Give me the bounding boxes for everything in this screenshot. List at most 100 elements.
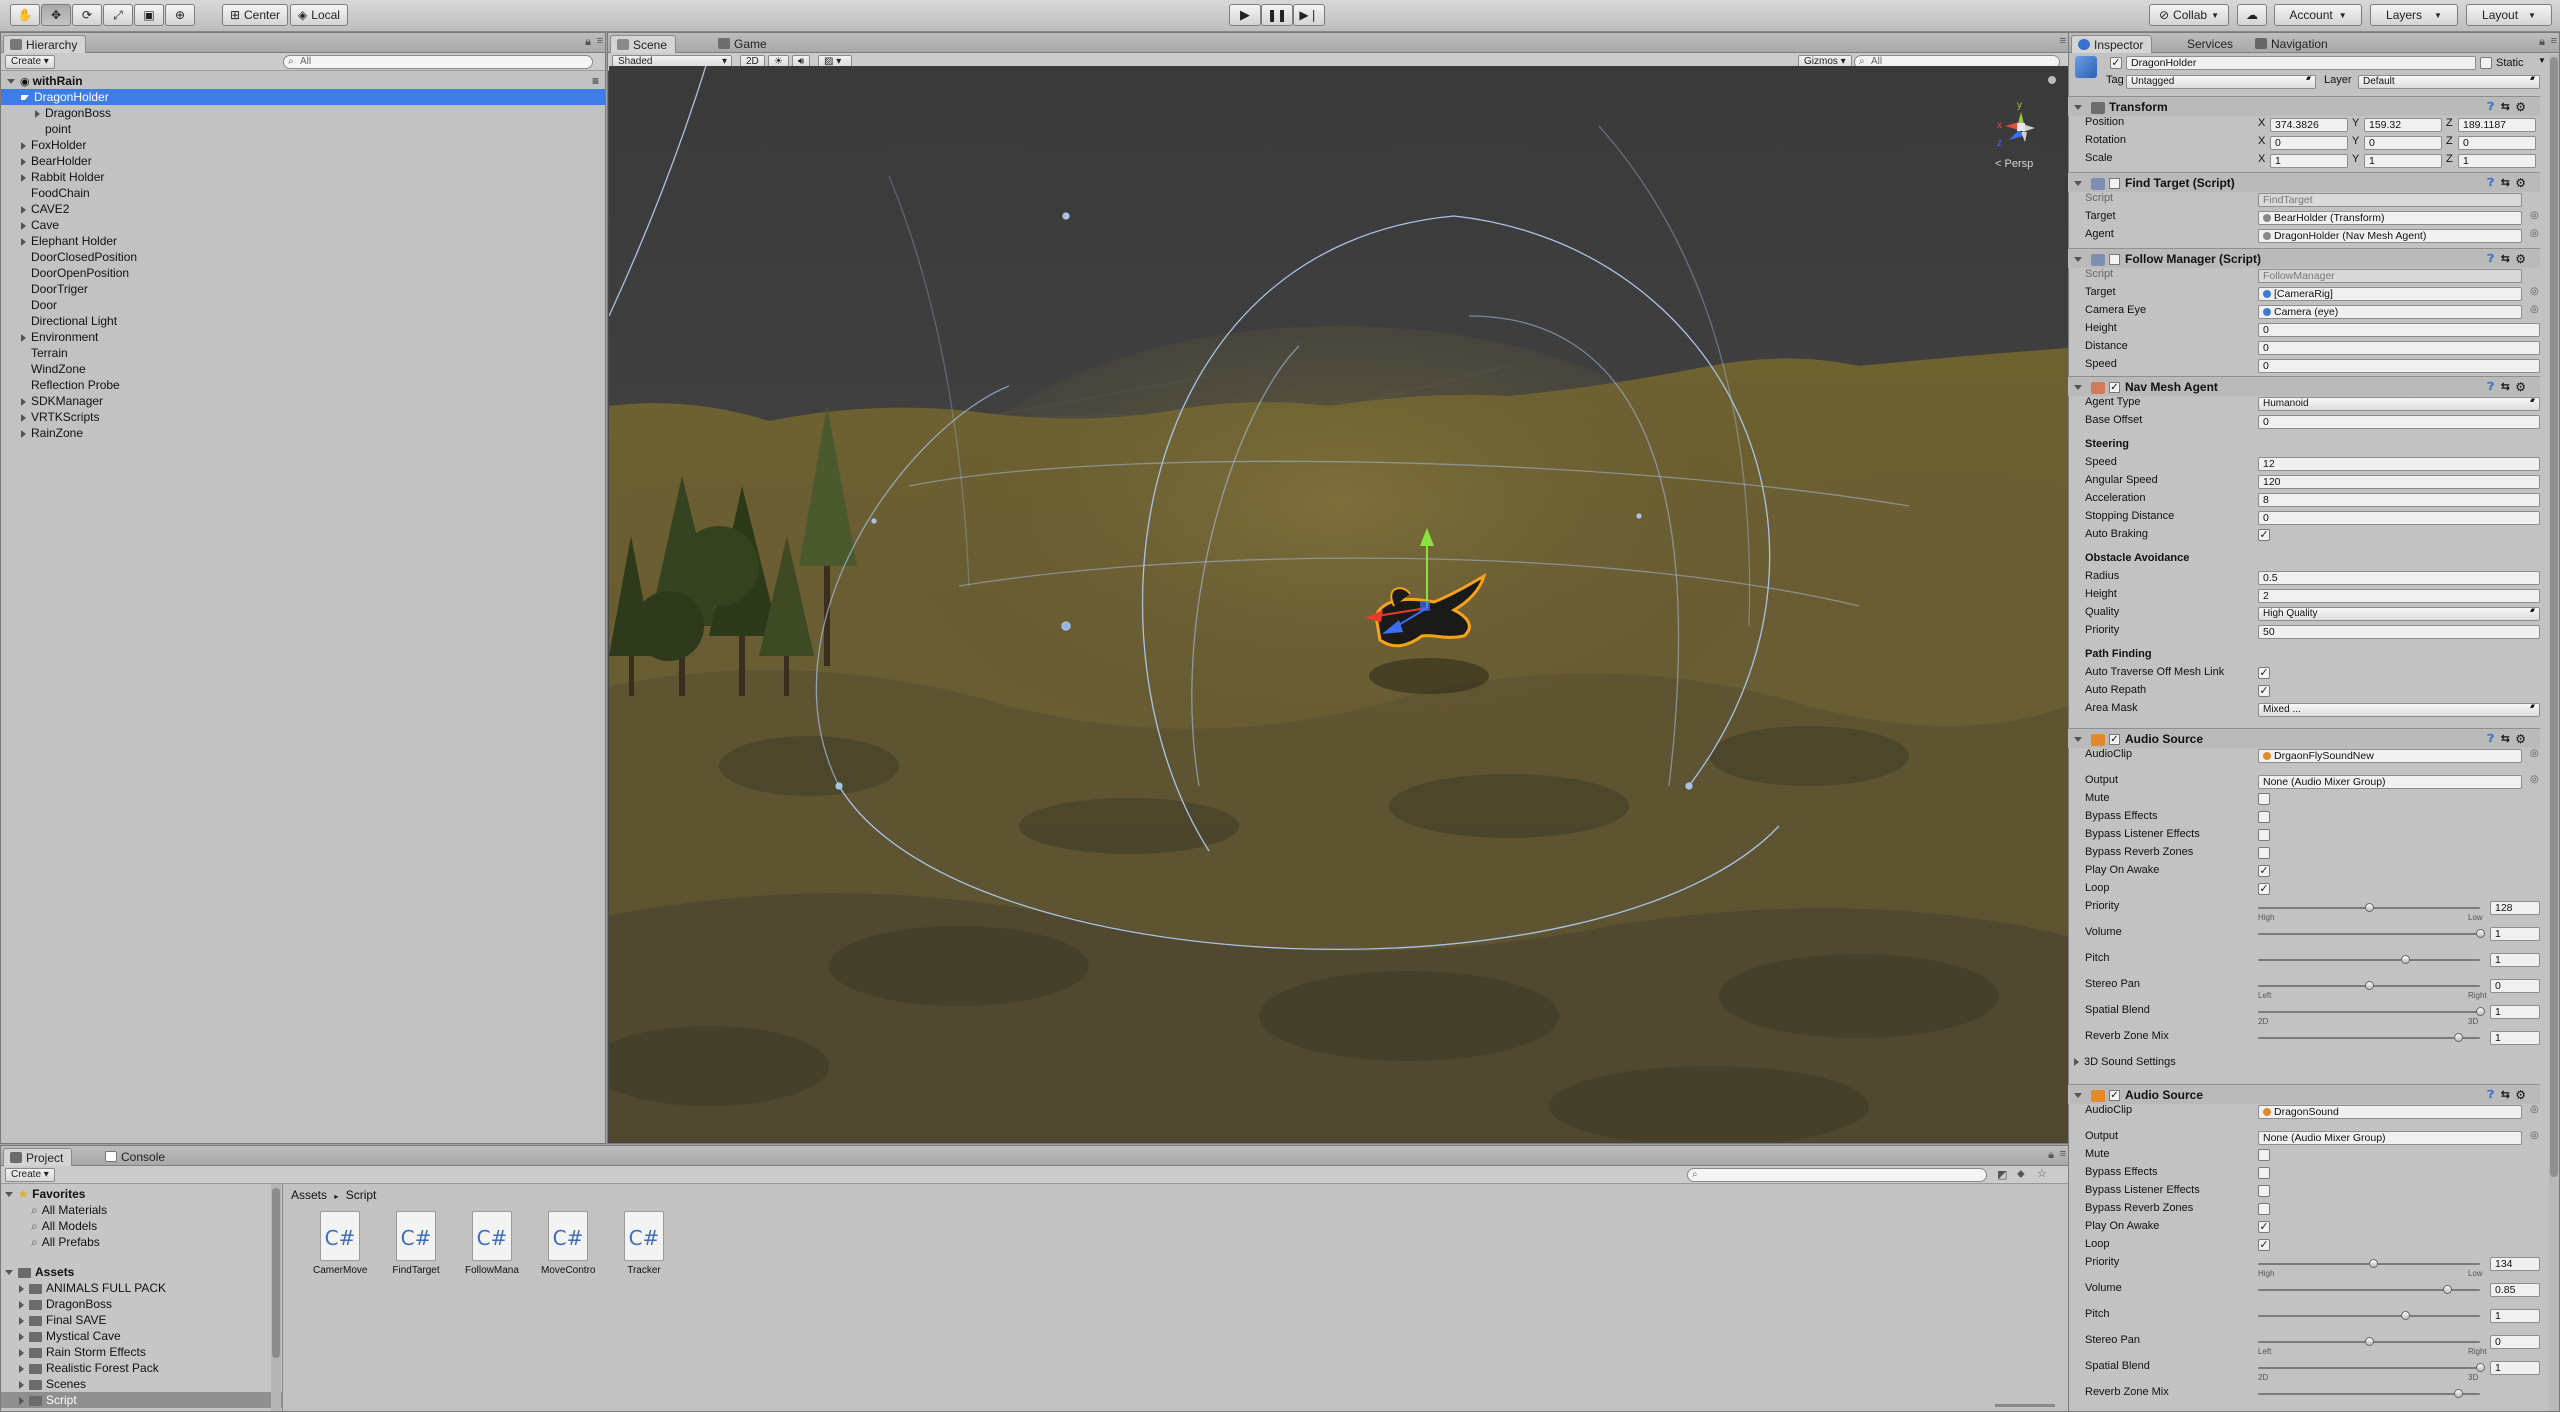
script-asset[interactable]: C# CamerMove... xyxy=(313,1211,367,1276)
priority-input[interactable]: 50 xyxy=(2258,625,2540,639)
help-icon[interactable]: ❓︎ xyxy=(2487,1085,2494,1105)
preset-icon[interactable]: ⇆ xyxy=(2501,1085,2510,1105)
target-field[interactable]: [CameraRig] xyxy=(2258,287,2522,301)
hierarchy-item[interactable]: FoxHolder xyxy=(1,137,605,153)
favorite-star-icon[interactable]: ☆ xyxy=(2037,1167,2047,1180)
expand-icon[interactable] xyxy=(2074,105,2082,111)
help-icon[interactable]: ❓︎ xyxy=(2487,173,2494,193)
object-picker-icon[interactable]: ◎ xyxy=(2530,304,2539,315)
hierarchy-item[interactable]: Elephant Holder xyxy=(1,233,605,249)
scrollbar-thumb[interactable] xyxy=(272,1188,280,1358)
hierarchy-item[interactable]: DragonBoss xyxy=(1,105,605,121)
base-offset-input[interactable]: 0 xyxy=(2258,415,2540,429)
help-icon[interactable]: ❓︎ xyxy=(2487,377,2494,397)
expand-icon[interactable] xyxy=(7,79,15,85)
lock-icon[interactable]: 🔒︎ xyxy=(2539,36,2545,49)
hierarchy-item[interactable]: WindZone xyxy=(1,361,605,377)
preset-icon[interactable]: ⇆ xyxy=(2501,249,2510,269)
hierarchy-item[interactable]: VRTKScripts xyxy=(1,409,605,425)
object-picker-icon[interactable]: ◎ xyxy=(2530,210,2539,221)
expand-icon[interactable] xyxy=(5,1270,13,1276)
step-button[interactable]: ▶❘ xyxy=(1293,4,1325,26)
agent-field[interactable]: DragonHolder (Nav Mesh Agent) xyxy=(2258,229,2522,243)
hierarchy-item[interactable]: DragonHolder xyxy=(1,89,605,105)
expand-icon[interactable] xyxy=(2074,737,2082,743)
expand-icon[interactable] xyxy=(2074,257,2082,263)
stereo-pan-slider-knob[interactable] xyxy=(2365,1337,2374,1346)
volume-slider-value[interactable]: 1 xyxy=(2490,927,2540,941)
hierarchy-item[interactable]: DoorOpenPosition xyxy=(1,265,605,281)
favorite-item[interactable]: ⌕ All Prefabs xyxy=(1,1234,282,1250)
create-dropdown[interactable]: Create ▾ xyxy=(5,55,55,69)
expand-icon[interactable] xyxy=(21,157,26,166)
audio-source-component-enabled-checkbox[interactable]: ✓ xyxy=(2109,1090,2120,1102)
scale-y-input[interactable]: 1 xyxy=(2364,154,2442,168)
assets-header[interactable]: Assets xyxy=(1,1264,282,1280)
script-asset[interactable]: C# Tracker xyxy=(617,1211,671,1276)
help-icon[interactable]: ❓︎ xyxy=(2487,97,2494,117)
hierarchy-item[interactable]: SDKManager xyxy=(1,393,605,409)
reverb-zone-mix-slider-track[interactable] xyxy=(2258,1037,2480,1039)
favorite-item[interactable]: ⌕ All Materials xyxy=(1,1202,282,1218)
expand-icon[interactable] xyxy=(19,1316,24,1325)
bypass-listener-checkbox[interactable] xyxy=(2258,1185,2270,1197)
rotation-x-input[interactable]: 0 xyxy=(2270,136,2348,150)
layers-dropdown[interactable]: Layers ▼ xyxy=(2370,4,2458,26)
space-local-button[interactable]: ◈ Local xyxy=(290,4,348,26)
volume-slider-knob[interactable] xyxy=(2442,1285,2452,1294)
folder-item[interactable]: Mystical Cave xyxy=(1,1328,282,1344)
gear-icon[interactable]: ⚙ xyxy=(2515,1085,2526,1105)
filter-label-icon[interactable]: ⬥ xyxy=(2017,1168,2025,1181)
expand-icon[interactable] xyxy=(19,1380,24,1389)
play-button[interactable]: ▶ xyxy=(1229,4,1261,26)
gear-icon[interactable]: ⚙ xyxy=(2515,97,2526,117)
icon-size-slider[interactable] xyxy=(1995,1404,2055,1407)
hierarchy-item[interactable]: CAVE2 xyxy=(1,201,605,217)
play-on-awake-checkbox[interactable]: ✓ xyxy=(2258,865,2270,877)
object-picker-icon[interactable]: ◎ xyxy=(2530,228,2539,239)
nav-mesh-agent-component-enabled-checkbox[interactable]: ✓ xyxy=(2109,382,2120,394)
expand-icon[interactable] xyxy=(21,333,26,342)
menu-icon[interactable]: ≡ xyxy=(2060,1148,2066,1160)
reverb-zone-mix-slider-knob[interactable] xyxy=(2453,1389,2463,1398)
rotation-z-input[interactable]: 0 xyxy=(2458,136,2536,150)
target-field[interactable]: BearHolder (Transform) xyxy=(2258,211,2522,225)
spatial-blend-slider-track[interactable] xyxy=(2258,1367,2480,1369)
menu-icon[interactable]: ≡ xyxy=(2060,35,2066,47)
preset-icon[interactable]: ⇆ xyxy=(2501,729,2510,749)
preset-icon[interactable]: ⇆ xyxy=(2501,173,2510,193)
collab-button[interactable]: ⊘ Collab ▼ xyxy=(2149,4,2229,26)
breadcrumb-script[interactable]: Script xyxy=(346,1188,377,1202)
bypass-effects-checkbox[interactable] xyxy=(2258,811,2270,823)
volume-slider-value[interactable]: 0.85 xyxy=(2490,1283,2540,1297)
find-target-component[interactable]: Find Target (Script) ❓︎ ⇆ ⚙ xyxy=(2068,172,2540,192)
radius-input[interactable]: 0.5 xyxy=(2258,571,2540,585)
breadcrumb-assets[interactable]: Assets xyxy=(291,1188,327,1202)
hierarchy-item[interactable]: RainZone xyxy=(1,425,605,441)
hierarchy-item[interactable]: Reflection Probe xyxy=(1,377,605,393)
static-checkbox[interactable] xyxy=(2480,57,2492,69)
hierarchy-item[interactable]: Cave xyxy=(1,217,605,233)
folder-item[interactable]: Rain Storm Effects xyxy=(1,1344,282,1360)
auto-repath-checkbox[interactable]: ✓ xyxy=(2258,685,2270,697)
priority-slider-value[interactable]: 134 xyxy=(2490,1257,2540,1271)
lock-icon[interactable]: 🔒︎ xyxy=(2048,1149,2054,1162)
tab-game[interactable]: Game xyxy=(712,35,775,53)
stereo-pan-slider-value[interactable]: 0 xyxy=(2490,1335,2540,1349)
play-on-awake-checkbox[interactable]: ✓ xyxy=(2258,1221,2270,1233)
bypass-listener-checkbox[interactable] xyxy=(2258,829,2270,841)
folder-item[interactable]: Script xyxy=(1,1392,282,1408)
preset-icon[interactable]: ⇆ xyxy=(2501,377,2510,397)
tab-project[interactable]: Project xyxy=(3,1148,73,1166)
filter-type-icon[interactable]: ◩ xyxy=(1997,1168,2007,1181)
pivot-center-button[interactable]: ⊞ Center xyxy=(222,4,288,26)
scene-root-row[interactable]: ◉ withRain ≡ xyxy=(1,73,605,89)
gear-icon[interactable]: ⚙ xyxy=(2515,729,2526,749)
position-y-input[interactable]: 159.32 xyxy=(2364,118,2442,132)
lock-icon[interactable] xyxy=(2048,76,2056,84)
gear-icon[interactable]: ⚙ xyxy=(2515,249,2526,269)
spatial-blend-slider-track[interactable] xyxy=(2258,1011,2480,1013)
bypass-reverb-checkbox[interactable] xyxy=(2258,847,2270,859)
tab-services[interactable]: Services xyxy=(2165,35,2241,53)
hand-tool-button[interactable]: ✋ xyxy=(10,4,40,26)
